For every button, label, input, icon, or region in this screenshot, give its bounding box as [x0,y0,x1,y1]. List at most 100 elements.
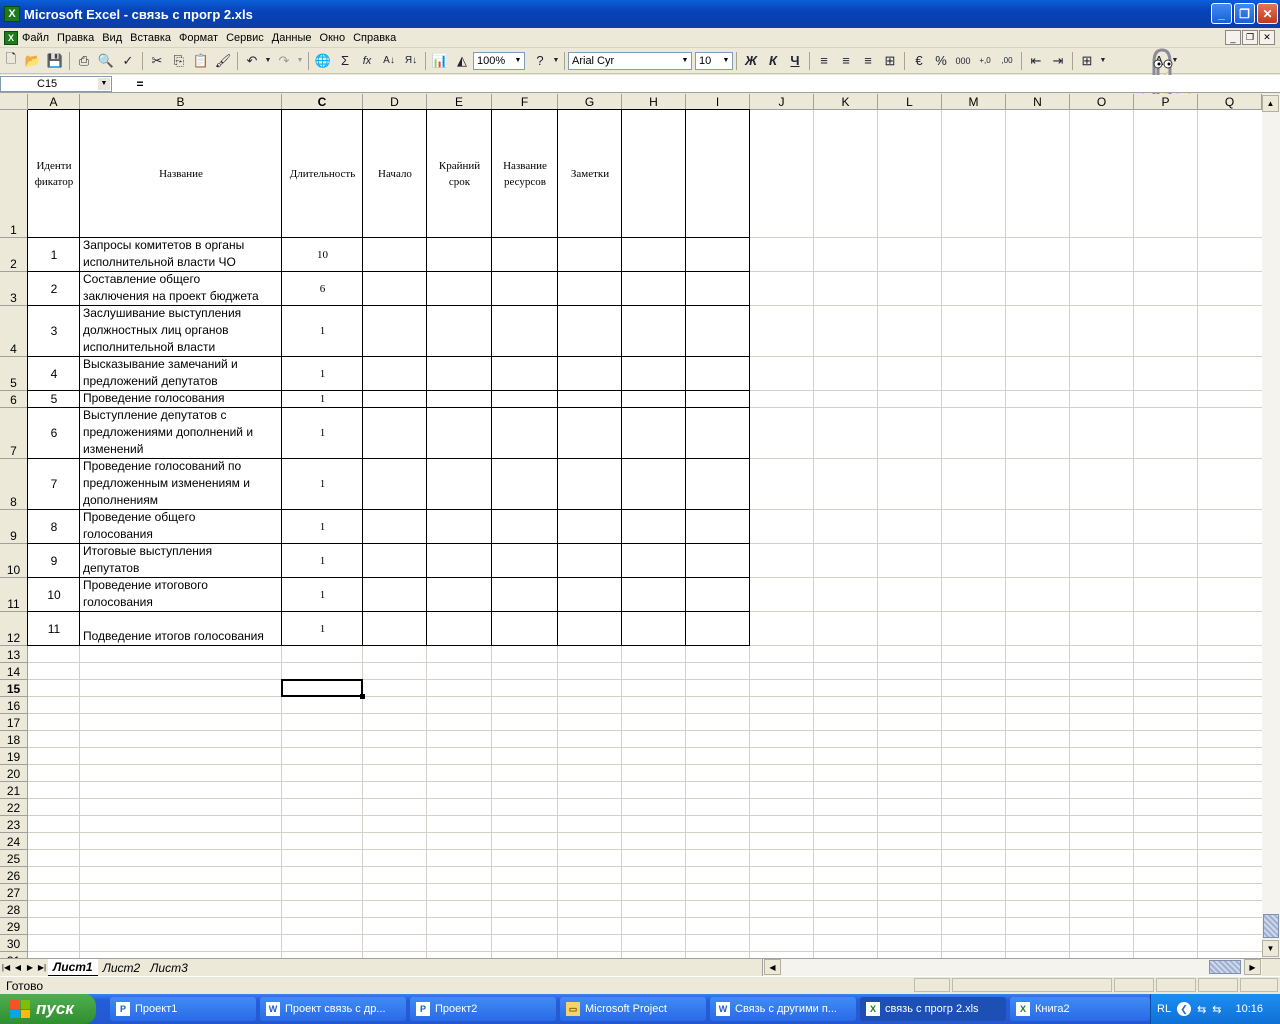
next-sheet-button[interactable]: ▶ [24,961,36,975]
row-header[interactable]: 22 [0,799,28,816]
row-header[interactable]: 10 [0,544,28,578]
row-header[interactable]: 6 [0,391,28,408]
header-start[interactable]: Начало [364,110,426,237]
print-preview-icon[interactable]: 🔍 [95,50,117,72]
cell-name[interactable]: Запросы комитетов в органы исполнительной… [81,238,281,271]
row-header[interactable]: 14 [0,663,28,680]
redo-icon[interactable]: ↷ [273,50,295,72]
cell-name[interactable]: Выступление депутатов с предложениями доп… [81,408,281,458]
bold-button[interactable]: Ж [740,50,762,72]
task-item[interactable]: P Проект2 [410,997,556,1021]
sheet-tab-3[interactable]: Лист3 [145,959,193,976]
cell-duration[interactable]: 1 [283,391,362,407]
doc-restore-button[interactable]: ❐ [1242,30,1258,45]
column-header[interactable]: L [878,94,942,110]
scroll-left-button[interactable]: ◀ [764,959,781,975]
tray-expand-icon[interactable]: ❮ [1177,1002,1192,1016]
menu-insert[interactable]: Вставка [126,32,175,44]
sheet-tab-1[interactable]: Лист1 [48,959,98,976]
save-icon[interactable]: 💾 [44,50,66,72]
menu-data[interactable]: Данные [268,32,316,44]
name-box[interactable]: C15 ▼ [0,75,112,92]
column-header[interactable]: K [814,94,878,110]
row-header[interactable]: 29 [0,918,28,935]
task-item[interactable]: W Проект связь с др... [260,997,406,1021]
row-header[interactable]: 5 [0,357,28,391]
row-header[interactable]: 11 [0,578,28,612]
cell-name[interactable]: Проведение общего голосования [81,510,281,543]
menu-tools[interactable]: Сервис [222,32,268,44]
header-notes[interactable]: Заметки [559,110,621,237]
column-header[interactable]: J [750,94,814,110]
row-header[interactable]: 1 [0,110,28,238]
task-item[interactable]: P Проект1 [110,997,256,1021]
task-item[interactable]: X Книга2 [1010,997,1150,1021]
borders-icon[interactable]: ⊞ [1076,50,1098,72]
row-header[interactable]: 28 [0,901,28,918]
column-header[interactable]: A [28,94,80,110]
cell-id[interactable]: 6 [29,408,79,458]
row-header[interactable]: 16 [0,697,28,714]
scroll-up-button[interactable]: ▲ [1262,95,1279,112]
select-all-corner[interactable] [0,94,28,110]
start-button[interactable]: пуск [0,994,96,1024]
font-size-select[interactable]: 10 ▼ [695,51,733,70]
row-header[interactable]: 27 [0,884,28,901]
task-item-active[interactable]: Xсвязь с прогр 2.xls [860,997,1006,1021]
cell-id[interactable]: 2 [29,272,79,305]
cell-duration[interactable]: 1 [283,544,362,577]
new-icon[interactable]: 🗋 [0,50,22,72]
menu-view[interactable]: Вид [98,32,126,44]
cell-duration[interactable]: 1 [283,357,362,390]
horizontal-scrollbar[interactable]: ◀ ▶ [762,959,1262,976]
cell-duration[interactable]: 1 [283,612,362,645]
row-header[interactable]: 15 [0,680,28,697]
currency-icon[interactable]: € [908,50,930,72]
thousands-button[interactable]: 000 [952,50,974,72]
sort-ascending-icon[interactable]: A↓ [378,50,400,72]
cell-duration[interactable]: 6 [283,272,362,305]
row-header[interactable]: 7 [0,408,28,459]
row-header[interactable]: 2 [0,238,28,272]
italic-button[interactable]: К [762,50,784,72]
menu-window[interactable]: Окно [316,32,350,44]
row-header[interactable]: 18 [0,731,28,748]
formula-input[interactable] [168,76,1280,92]
prev-sheet-button[interactable]: ◀ [12,961,24,975]
cell-duration[interactable]: 10 [283,238,362,271]
hyperlink-icon[interactable]: 🌐 [312,50,334,72]
cell-id[interactable]: 11 [29,612,79,645]
cell-name[interactable]: Заслушивание выступления должностных лиц … [81,306,281,356]
cell-name[interactable]: Проведение итогового голосования [81,578,281,611]
document-icon[interactable]: X [4,30,18,45]
drawing-icon[interactable]: ◭ [451,50,473,72]
menu-help[interactable]: Справка [349,32,400,44]
row-header[interactable]: 25 [0,850,28,867]
column-header[interactable]: M [942,94,1006,110]
row-header[interactable]: 20 [0,765,28,782]
header-resources[interactable]: Название ресурсов [493,110,557,237]
column-header[interactable]: F [492,94,558,110]
row-header[interactable]: 26 [0,867,28,884]
font-name-select[interactable]: Arial Cyr ▼ [568,51,692,70]
column-header[interactable]: P [1134,94,1198,110]
spelling-icon[interactable]: ✓ [117,50,139,72]
increase-indent-icon[interactable]: ⇥ [1047,50,1069,72]
cell-name[interactable]: Составление общего заключения на проект б… [81,272,281,305]
header-duration[interactable]: Длительность [283,110,362,237]
copy-icon[interactable]: ⎘ [168,50,190,72]
menu-edit[interactable]: Правка [53,32,98,44]
header-id[interactable]: Иденти фикатор [29,110,79,237]
spreadsheet-grid[interactable]: A B C D E F G H I J K L M N O P Q 1 2 3 4 5 6 7 8 9 10 11 12 13 14 15 16… [0,94,1262,958]
cell-id[interactable]: 5 [29,391,79,407]
scroll-thumb[interactable] [1263,914,1279,938]
function-icon[interactable]: fx [356,50,378,72]
decrease-decimal-icon[interactable]: ,00 [996,50,1018,72]
undo-icon[interactable]: ↶ [241,50,263,72]
column-header[interactable]: E [427,94,492,110]
last-sheet-button[interactable]: ▶| [36,961,48,975]
zoom-select[interactable]: 100% ▼ [473,51,525,70]
cell-id[interactable]: 7 [29,459,79,509]
undo-dropdown-icon[interactable]: ▼ [263,50,273,72]
print-icon[interactable]: ⎙ [73,50,95,72]
